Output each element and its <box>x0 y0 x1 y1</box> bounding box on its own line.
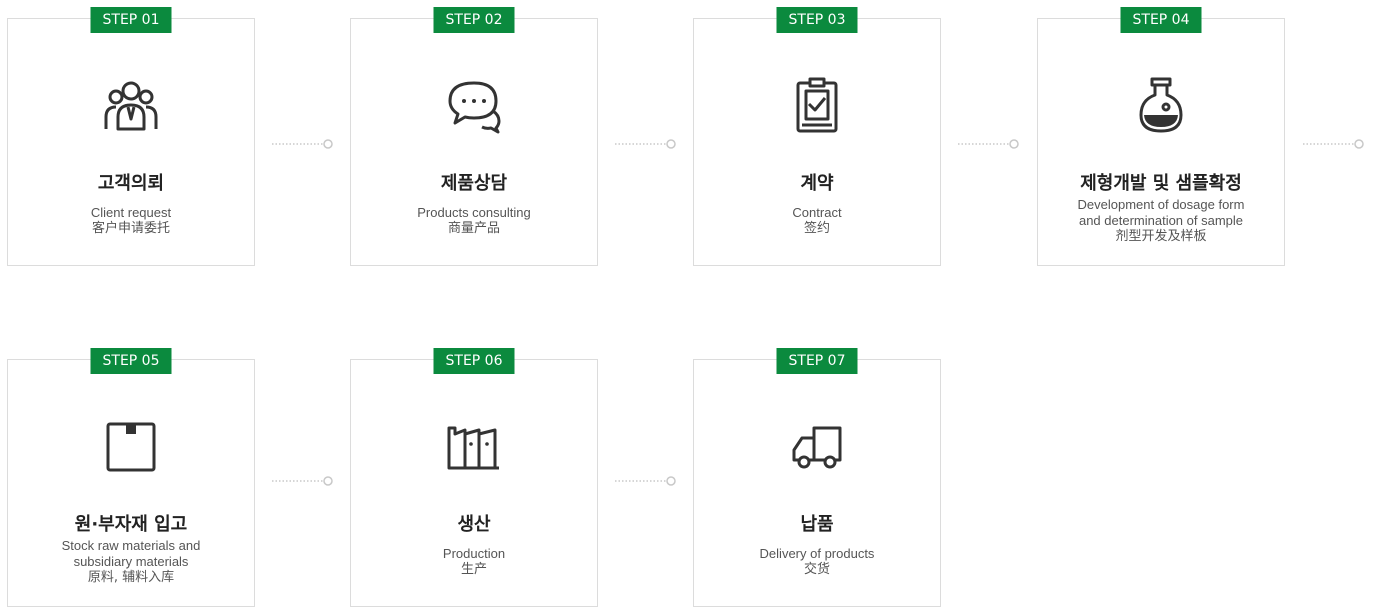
step-badge: STEP 03 <box>776 7 858 33</box>
connector-arrow <box>272 476 333 486</box>
connector-arrow <box>1303 139 1364 149</box>
step-description: Delivery of products 交货 <box>704 546 930 578</box>
step-card-02: STEP 02 제품상담 Products consulting 商量产品 <box>350 7 598 266</box>
step-card-05: STEP 05 원·부자재 입고 Stock raw materials and… <box>7 348 255 607</box>
step-title: 생산 <box>457 514 491 535</box>
step-title: 제형개발 및 샘플확정 <box>1080 173 1242 194</box>
step-desc-zh: 签约 <box>803 221 830 236</box>
step-desc-en: Production <box>442 546 506 561</box>
flask-icon <box>1126 71 1196 141</box>
factory-icon <box>439 412 509 482</box>
clipboard-check-icon <box>782 71 852 141</box>
step-description: Production 生产 <box>361 546 587 578</box>
step-badge: STEP 01 <box>90 7 172 33</box>
step-card-07: STEP 07 납품 Delivery of products 交货 <box>693 348 941 607</box>
step-card-03: STEP 03 계약 Contract 签约 <box>693 7 941 266</box>
step-desc-zh: 交货 <box>803 562 830 577</box>
step-desc-en: Stock raw materials and <box>61 538 201 553</box>
connector-arrow <box>958 139 1019 149</box>
step-desc-en: Products consulting <box>417 205 531 220</box>
step-description: Client request 客户申请委托 <box>18 205 244 237</box>
step-description: Stock raw materials and subsidiary mater… <box>18 538 244 586</box>
chat-bubble-icon <box>439 71 509 141</box>
step-badge: STEP 07 <box>776 348 858 374</box>
box-icon <box>96 412 166 482</box>
step-card-06: STEP 06 생산 Production 生产 <box>350 348 598 607</box>
client-group-icon <box>96 71 166 141</box>
step-card-01: STEP 01 고객의뢰 Client request 客户申请委托 <box>7 7 255 266</box>
step-title: 계약 <box>800 173 834 194</box>
step-desc-en: Development of dosage form <box>1077 197 1245 212</box>
step-badge: STEP 06 <box>433 348 515 374</box>
step-desc-en: Contract <box>792 205 842 220</box>
step-desc-en2: subsidiary materials <box>73 554 189 569</box>
step-desc-en: Delivery of products <box>759 546 875 561</box>
step-title: 납품 <box>800 514 834 535</box>
step-description: Products consulting 商量产品 <box>361 205 587 237</box>
connector-arrow <box>615 139 676 149</box>
step-title: 고객의뢰 <box>97 173 165 194</box>
step-desc-zh: 原料, 辅料入库 <box>87 570 175 585</box>
step-title: 제품상담 <box>440 173 508 194</box>
step-badge: STEP 02 <box>433 7 515 33</box>
step-desc-zh: 生产 <box>460 562 487 577</box>
step-desc-zh: 客户申请委托 <box>91 221 170 236</box>
connector-arrow <box>615 476 676 486</box>
step-desc-zh: 剂型开发及样板 <box>1115 229 1207 244</box>
step-badge: STEP 04 <box>1120 7 1202 33</box>
step-desc-en2: and determination of sample <box>1078 213 1244 228</box>
truck-icon <box>782 412 852 482</box>
step-title: 원·부자재 입고 <box>74 514 188 535</box>
connector-arrow <box>272 139 333 149</box>
step-description: Contract 签约 <box>704 205 930 237</box>
step-desc-zh: 商量产品 <box>447 221 500 236</box>
step-card-04: STEP 04 제형개발 및 샘플확정 Development of dosag… <box>1037 7 1285 266</box>
step-desc-en: Client request <box>90 205 172 220</box>
step-description: Development of dosage form and determina… <box>1048 197 1274 245</box>
step-badge: STEP 05 <box>90 348 172 374</box>
